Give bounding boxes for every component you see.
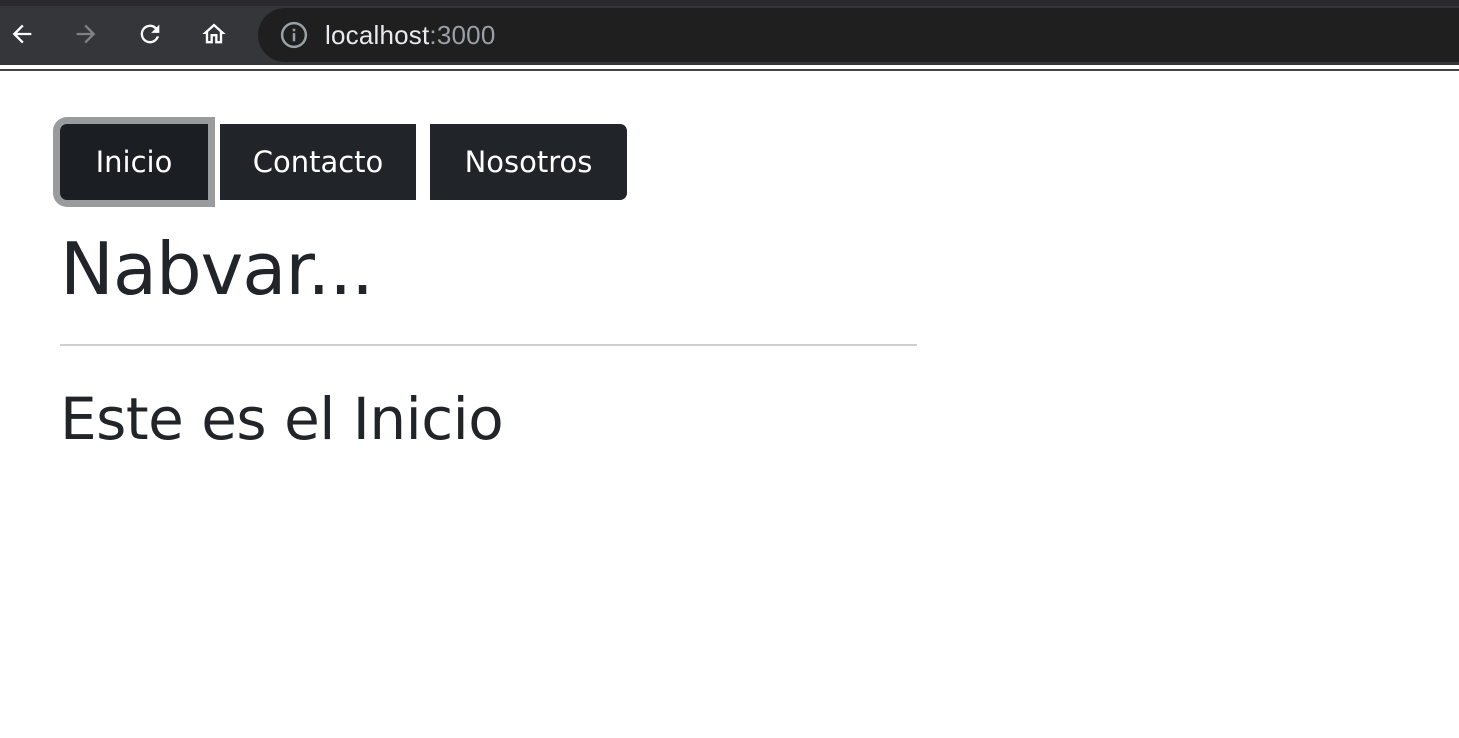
- navbar: Inicio Contacto Nosotros: [60, 124, 627, 200]
- nav-button-contacto[interactable]: Contacto: [220, 124, 416, 200]
- url-text[interactable]: localhost:3000: [325, 20, 496, 51]
- url-host: localhost: [325, 19, 430, 50]
- reload-button[interactable]: [128, 12, 172, 56]
- divider: [60, 344, 917, 346]
- back-button[interactable]: [0, 12, 44, 56]
- reload-icon: [140, 24, 160, 44]
- browser-toolbar: localhost:3000: [0, 0, 1459, 71]
- arrow-right-icon: [76, 24, 96, 44]
- home-icon: [202, 23, 226, 44]
- arrow-left-icon: [12, 24, 32, 44]
- info-icon[interactable]: [279, 20, 309, 50]
- url-port: :3000: [429, 19, 496, 50]
- page-subtitle: Este es el Inicio: [60, 385, 504, 453]
- toolbar-divider: [0, 69, 1459, 71]
- nav-button-nosotros[interactable]: Nosotros: [430, 124, 627, 200]
- page-title: Nabvar...: [60, 227, 374, 311]
- nav-button-inicio[interactable]: Inicio: [60, 124, 208, 200]
- forward-button[interactable]: [64, 12, 108, 56]
- home-button[interactable]: [192, 12, 236, 56]
- address-bar[interactable]: localhost:3000: [258, 8, 1459, 62]
